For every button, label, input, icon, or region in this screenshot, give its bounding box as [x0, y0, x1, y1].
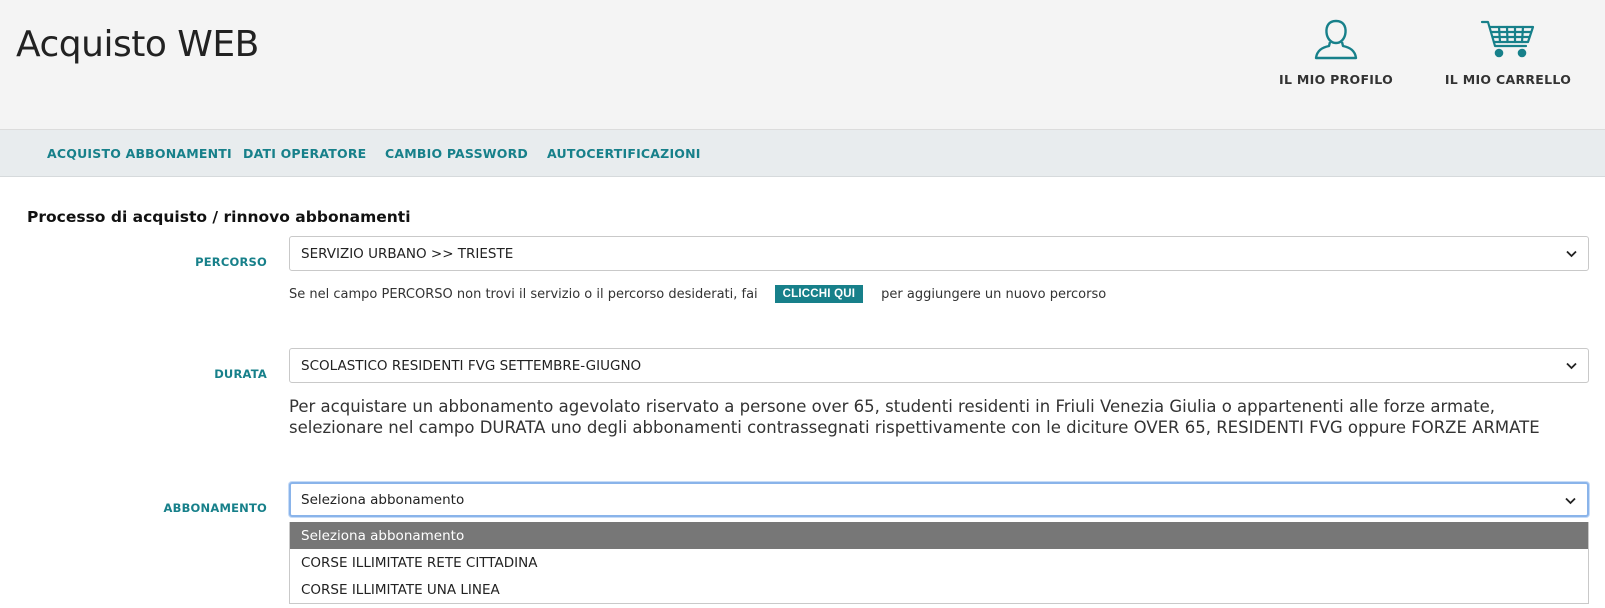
- chevron-down-icon: [1565, 247, 1578, 264]
- hint-text-after: per aggiungere un nuovo percorso: [881, 286, 1107, 302]
- abbonamento-option-rete-cittadina[interactable]: CORSE ILLIMITATE RETE CITTADINA: [290, 549, 1588, 576]
- nav-item-dati-operatore[interactable]: DATI OPERATORE: [243, 146, 366, 161]
- abbonamento-select-value: Seleziona abbonamento: [301, 491, 465, 508]
- shopping-cart-icon: [1480, 18, 1536, 60]
- durata-label: DURATA: [214, 367, 267, 381]
- site-header: Acquisto WEB IL MIO PROFILO IL MIO CARRE…: [0, 0, 1605, 130]
- percorso-hint: Se nel campo PERCORSO non trovi il servi…: [289, 285, 1106, 303]
- abbonamento-options-list: Seleziona abbonamento CORSE ILLIMITATE R…: [289, 522, 1589, 604]
- percorso-select[interactable]: SERVIZIO URBANO >> TRIESTE: [289, 236, 1589, 271]
- clicchi-qui-button[interactable]: CLICCHI QUI: [774, 285, 864, 303]
- nav-item-autocertificazioni[interactable]: AUTOCERTIFICAZIONI: [547, 146, 701, 161]
- durata-select-value: SCOLASTICO RESIDENTI FVG SETTEMBRE-GIUGN…: [301, 357, 642, 374]
- abbonamento-option-una-linea[interactable]: CORSE ILLIMITATE UNA LINEA: [290, 576, 1588, 603]
- durata-info-text: Per acquistare un abbonamento agevolato …: [289, 397, 1540, 437]
- chevron-down-icon: [1564, 494, 1577, 511]
- profile-button[interactable]: IL MIO PROFILO: [1279, 18, 1393, 87]
- abbonamento-select[interactable]: Seleziona abbonamento: [289, 482, 1589, 517]
- nav-item-cambio-password[interactable]: CAMBIO PASSWORD: [385, 146, 528, 161]
- main-nav: ACQUISTO ABBONAMENTI DATI OPERATORE CAMB…: [0, 130, 1605, 177]
- percorso-label: PERCORSO: [195, 255, 267, 269]
- cart-button[interactable]: IL MIO CARRELLO: [1444, 18, 1572, 87]
- user-icon: [1313, 18, 1359, 60]
- chevron-down-icon: [1565, 359, 1578, 376]
- hint-text-before: Se nel campo PERCORSO non trovi il servi…: [289, 286, 758, 302]
- app-title: Acquisto WEB: [16, 24, 259, 65]
- profile-label: IL MIO PROFILO: [1279, 72, 1393, 87]
- cart-label: IL MIO CARRELLO: [1444, 72, 1572, 87]
- percorso-select-value: SERVIZIO URBANO >> TRIESTE: [301, 245, 514, 262]
- abbonamento-label: ABBONAMENTO: [163, 501, 267, 515]
- durata-select[interactable]: SCOLASTICO RESIDENTI FVG SETTEMBRE-GIUGN…: [289, 348, 1589, 383]
- section-title: Processo di acquisto / rinnovo abbonamen…: [27, 208, 411, 226]
- nav-item-acquisto-abbonamenti[interactable]: ACQUISTO ABBONAMENTI: [47, 146, 232, 161]
- abbonamento-option-placeholder[interactable]: Seleziona abbonamento: [290, 522, 1588, 549]
